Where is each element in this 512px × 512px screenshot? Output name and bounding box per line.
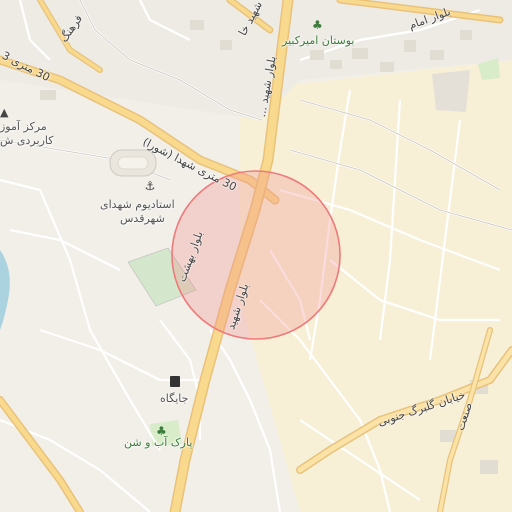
- map-view[interactable]: 30 متری 3 30 متری شهدا (شورا) بلوار شهید…: [0, 0, 512, 512]
- training-center-label-line2: کاربردی ش: [0, 134, 54, 147]
- stadium-block: [109, 149, 157, 177]
- stadium-poi[interactable]: ⚓: [118, 180, 182, 192]
- fuel-icon: [170, 376, 180, 387]
- education-icon: ▲: [0, 106, 9, 119]
- stadium-label-line2: شهرقدس: [120, 212, 165, 225]
- water-body: [0, 250, 10, 330]
- stadium-icon: ⚓: [144, 179, 156, 193]
- stadium-label-line1: استادیوم شهدای: [100, 198, 175, 211]
- tree-icon: ♣: [312, 18, 323, 32]
- water-park-label[interactable]: پارک آب و شن: [124, 436, 192, 449]
- amirkabir-park-label[interactable]: بوستان امیرکبیر: [282, 34, 355, 47]
- training-center-label-line1[interactable]: مرکز آموز: [0, 120, 47, 133]
- map-canvas[interactable]: [0, 0, 512, 512]
- fuel-station-label[interactable]: جایگاه: [160, 392, 188, 405]
- block-gray: [432, 70, 470, 112]
